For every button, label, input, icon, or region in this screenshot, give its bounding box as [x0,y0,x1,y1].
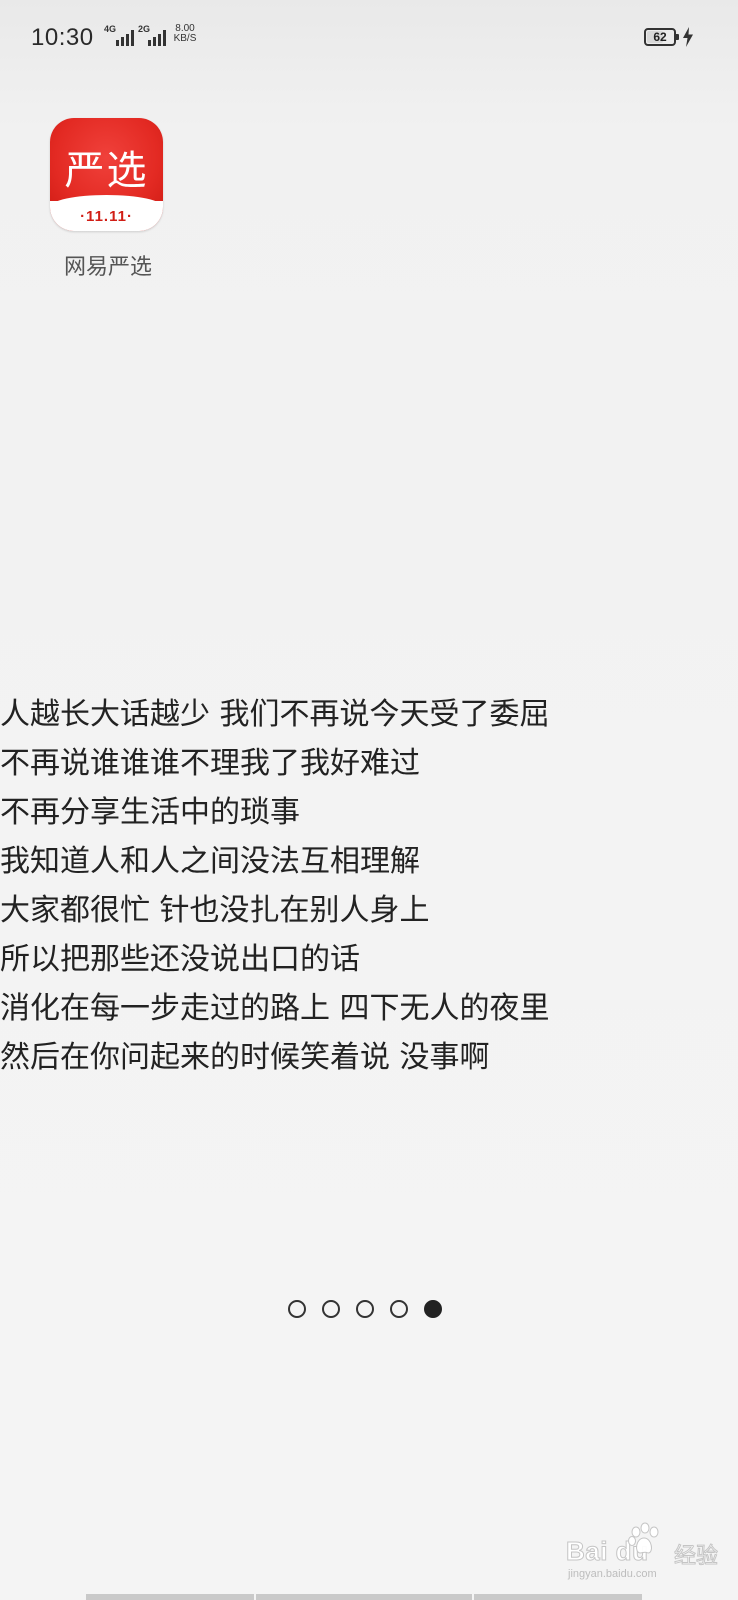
page-dot[interactable] [288,1300,306,1318]
status-bar: 10:30 4G 2G 8.00 KB/S 62 [0,0,738,78]
text-line: 不再说谁谁谁不理我了我好难过 [0,746,420,781]
battery-icon: 62 [644,28,679,46]
status-time: 10:30 [31,24,94,51]
paw-icon [628,1522,659,1554]
network-speed: 8.00 KB/S [170,24,200,44]
text-line: 然后在你问起来的时候笑着说 没事啊 [0,1040,490,1075]
network-type-1: 4G [104,24,117,34]
text-line: 我知道人和人之间没法互相理解 [0,844,420,879]
app-icon-brand-text: 严选 [64,148,149,194]
app-shortcut-yanxuan[interactable]: 严选 ·11.11· 网易严选 [50,118,166,281]
baidu-jingyan-watermark: Bai du 经验 jingyan.baidu.com [565,1520,726,1580]
watermark-suffix: 经验 [673,1544,719,1570]
signal-4g-icon: 4G [104,24,134,48]
charging-icon [683,27,693,47]
page-dot[interactable] [356,1300,374,1318]
signal-2g-icon: 2G [138,24,168,48]
text-line: 消化在每一步走过的路上 四下无人的夜里 [0,991,550,1026]
network-type-2: 2G [138,24,151,34]
watermark-url: jingyan.baidu.com [568,1568,657,1580]
page-dot[interactable] [322,1300,340,1318]
app-label: 网易严选 [63,255,152,280]
battery-level: 62 [653,30,667,44]
page-indicator[interactable] [288,1300,458,1322]
network-speed-unit: KB/S [173,33,197,44]
page-dot-active[interactable] [424,1300,442,1318]
text-line: 大家都很忙 针也没扎在别人身上 [0,893,430,928]
app-icon-promo: ·11.11· [80,208,133,225]
page-dot[interactable] [390,1300,408,1318]
navigation-handle[interactable] [86,1594,642,1600]
text-line: 人越长大话越少 我们不再说今天受了委屈 [0,697,550,732]
yanxuan-app-icon[interactable]: 严选 ·11.11· [50,118,163,231]
text-content: 人越长大话越少 我们不再说今天受了委屈 不再说谁谁谁不理我了我好难过 不再分享生… [0,690,738,1082]
text-line: 所以把那些还没说出口的话 [0,942,360,977]
text-line: 不再分享生活中的琐事 [0,795,300,830]
